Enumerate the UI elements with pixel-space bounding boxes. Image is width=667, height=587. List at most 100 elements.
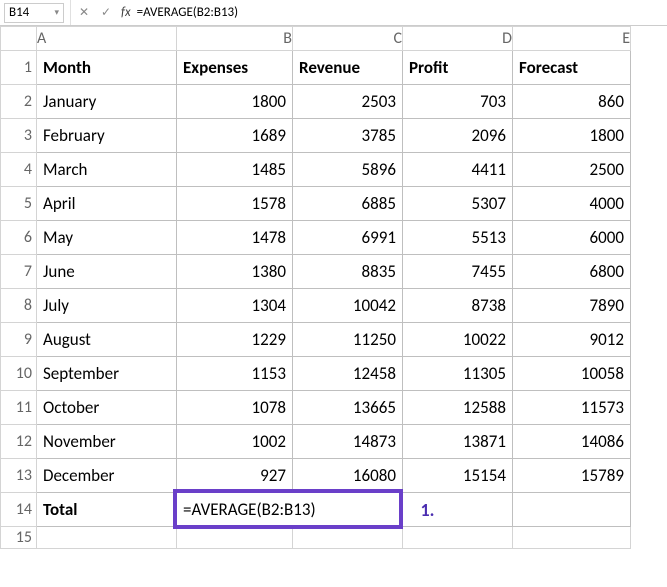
cell-C5[interactable]: 6885 <box>293 187 403 221</box>
fx-icon[interactable]: fx <box>121 5 131 20</box>
cell-B6[interactable]: 1478 <box>177 221 293 255</box>
cell-B10[interactable]: 1153 <box>177 357 293 391</box>
spreadsheet-grid[interactable]: A B C D E 1 Month Expenses Revenue Profi… <box>0 26 631 549</box>
cell-D5[interactable]: 5307 <box>403 187 513 221</box>
col-header-D[interactable]: D <box>403 27 513 51</box>
cell-C11[interactable]: 13665 <box>293 391 403 425</box>
cell-D15[interactable] <box>403 527 513 549</box>
row-header-1[interactable]: 1 <box>1 51 37 85</box>
formula-input[interactable] <box>137 0 667 25</box>
chevron-down-icon[interactable]: ▾ <box>54 7 59 18</box>
cell-C8[interactable]: 10042 <box>293 289 403 323</box>
cell-A12[interactable]: November <box>37 425 177 459</box>
cell-A1[interactable]: Month <box>37 51 177 85</box>
cell-A7[interactable]: June <box>37 255 177 289</box>
cell-C1[interactable]: Revenue <box>293 51 403 85</box>
name-box[interactable]: B14 ▾ <box>4 3 64 23</box>
cell-B2[interactable]: 1800 <box>177 85 293 119</box>
cell-E12[interactable]: 14086 <box>513 425 631 459</box>
cell-E3[interactable]: 1800 <box>513 119 631 153</box>
cell-D6[interactable]: 5513 <box>403 221 513 255</box>
cell-D3[interactable]: 2096 <box>403 119 513 153</box>
row-header-13[interactable]: 13 <box>1 459 37 493</box>
cell-E5[interactable]: 4000 <box>513 187 631 221</box>
row-header-14[interactable]: 14 <box>1 493 37 527</box>
cell-E9[interactable]: 9012 <box>513 323 631 357</box>
cell-E1[interactable]: Forecast <box>513 51 631 85</box>
cell-E14[interactable] <box>513 493 631 527</box>
cell-E2[interactable]: 860 <box>513 85 631 119</box>
cancel-formula-button[interactable]: ✕ <box>73 5 95 20</box>
cell-B1[interactable]: Expenses <box>177 51 293 85</box>
cell-E4[interactable]: 2500 <box>513 153 631 187</box>
select-all-corner[interactable] <box>1 27 37 51</box>
cell-C15[interactable] <box>293 527 403 549</box>
cell-C12[interactable]: 14873 <box>293 425 403 459</box>
cell-A11[interactable]: October <box>37 391 177 425</box>
cell-C3[interactable]: 3785 <box>293 119 403 153</box>
cell-B8[interactable]: 1304 <box>177 289 293 323</box>
cell-A14[interactable]: Total <box>37 493 177 527</box>
cell-D2[interactable]: 703 <box>403 85 513 119</box>
cell-D11[interactable]: 12588 <box>403 391 513 425</box>
cell-D14[interactable] <box>403 493 513 527</box>
enter-formula-button[interactable]: ✓ <box>95 5 117 20</box>
row-header-2[interactable]: 2 <box>1 85 37 119</box>
cell-B4[interactable]: 1485 <box>177 153 293 187</box>
cell-B3[interactable]: 1689 <box>177 119 293 153</box>
row-header-6[interactable]: 6 <box>1 221 37 255</box>
cell-D1[interactable]: Profit <box>403 51 513 85</box>
cell-D10[interactable]: 11305 <box>403 357 513 391</box>
cell-A4[interactable]: March <box>37 153 177 187</box>
cell-A15[interactable] <box>37 527 177 549</box>
cell-A13[interactable]: December <box>37 459 177 493</box>
row-header-15[interactable]: 15 <box>1 527 37 549</box>
cell-E15[interactable] <box>513 527 631 549</box>
cell-C9[interactable]: 11250 <box>293 323 403 357</box>
cell-C2[interactable]: 2503 <box>293 85 403 119</box>
cell-B5[interactable]: 1578 <box>177 187 293 221</box>
cell-B11[interactable]: 1078 <box>177 391 293 425</box>
row-header-12[interactable]: 12 <box>1 425 37 459</box>
cell-D4[interactable]: 4411 <box>403 153 513 187</box>
row-header-3[interactable]: 3 <box>1 119 37 153</box>
cell-C7[interactable]: 8835 <box>293 255 403 289</box>
cell-D13[interactable]: 15154 <box>403 459 513 493</box>
cell-B7[interactable]: 1380 <box>177 255 293 289</box>
cell-C13[interactable]: 16080 <box>293 459 403 493</box>
cell-A3[interactable]: February <box>37 119 177 153</box>
cell-D7[interactable]: 7455 <box>403 255 513 289</box>
formula-editing-overlay[interactable]: =AVERAGE(B2:B13) <box>177 493 402 526</box>
cell-B12[interactable]: 1002 <box>177 425 293 459</box>
cell-A9[interactable]: August <box>37 323 177 357</box>
cell-D9[interactable]: 10022 <box>403 323 513 357</box>
cell-A6[interactable]: May <box>37 221 177 255</box>
row-header-8[interactable]: 8 <box>1 289 37 323</box>
cell-C6[interactable]: 6991 <box>293 221 403 255</box>
cell-E10[interactable]: 10058 <box>513 357 631 391</box>
row-header-7[interactable]: 7 <box>1 255 37 289</box>
cell-E13[interactable]: 15789 <box>513 459 631 493</box>
row-header-4[interactable]: 4 <box>1 153 37 187</box>
cell-C4[interactable]: 5896 <box>293 153 403 187</box>
col-header-E[interactable]: E <box>513 27 631 51</box>
cell-A5[interactable]: April <box>37 187 177 221</box>
col-header-B[interactable]: B <box>177 27 293 51</box>
cell-B13[interactable]: 927 <box>177 459 293 493</box>
row-header-11[interactable]: 11 <box>1 391 37 425</box>
cell-B9[interactable]: 1229 <box>177 323 293 357</box>
row-header-10[interactable]: 10 <box>1 357 37 391</box>
cell-E11[interactable]: 11573 <box>513 391 631 425</box>
cell-E6[interactable]: 6000 <box>513 221 631 255</box>
cell-B14[interactable]: =AVERAGE(B2:B13) <box>177 493 293 527</box>
cell-E7[interactable]: 6800 <box>513 255 631 289</box>
cell-A10[interactable]: September <box>37 357 177 391</box>
cell-A8[interactable]: July <box>37 289 177 323</box>
cell-B15[interactable] <box>177 527 293 549</box>
col-header-C[interactable]: C <box>293 27 403 51</box>
cell-A2[interactable]: January <box>37 85 177 119</box>
row-header-5[interactable]: 5 <box>1 187 37 221</box>
cell-D8[interactable]: 8738 <box>403 289 513 323</box>
col-header-A[interactable]: A <box>37 27 177 51</box>
row-header-9[interactable]: 9 <box>1 323 37 357</box>
